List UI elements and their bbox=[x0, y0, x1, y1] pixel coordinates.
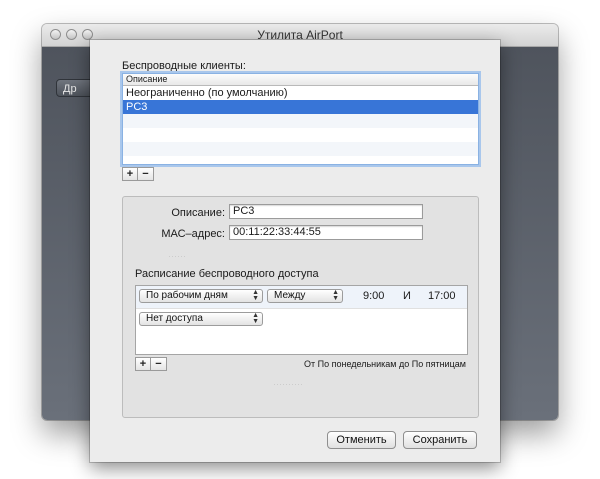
days-popup[interactable]: По рабочим дням ▲ ▼ bbox=[139, 289, 263, 303]
schedule-list[interactable]: По рабочим дням ▲ ▼ Между ▲ ▼ 9:00 И 17:00… bbox=[135, 285, 468, 355]
wireless-clients-label: Беспроводные клиенты: bbox=[122, 60, 246, 72]
list-item[interactable]: Неограниченно (по умолчанию) bbox=[123, 86, 478, 100]
popup-arrows-icon: ▲ ▼ bbox=[332, 289, 339, 302]
mode-popup[interactable]: Между ▲ ▼ bbox=[267, 289, 343, 303]
save-button[interactable]: Сохранить bbox=[403, 431, 477, 449]
popup-arrows-icon: ▲ ▼ bbox=[252, 312, 259, 325]
and-label: И bbox=[403, 290, 411, 302]
access-popup-value: Нет доступа bbox=[146, 313, 203, 324]
list-row-empty bbox=[123, 128, 478, 142]
schedule-row[interactable]: По рабочим дням ▲ ▼ Между ▲ ▼ 9:00 И 17:00 bbox=[136, 286, 467, 309]
list-item-selected[interactable]: PC3 bbox=[123, 100, 478, 114]
cancel-button[interactable]: Отменить bbox=[327, 431, 396, 449]
wireless-clients-list[interactable]: Описание Неограниченно (по умолчанию) PC… bbox=[122, 73, 479, 165]
list-header-description[interactable]: Описание bbox=[123, 74, 478, 86]
mac-address-label: МАС–адрес: bbox=[161, 228, 225, 240]
add-schedule-button[interactable]: + bbox=[135, 357, 151, 371]
start-time[interactable]: 9:00 bbox=[363, 290, 384, 302]
schedule-add-remove: + − bbox=[135, 357, 167, 371]
description-field[interactable]: PC3 bbox=[229, 204, 423, 219]
remove-client-button[interactable]: − bbox=[138, 167, 154, 181]
list-row-empty bbox=[123, 114, 478, 128]
wireless-clients-sheet: Беспроводные клиенты: Описание Неогранич… bbox=[90, 40, 500, 462]
schedule-summary: От По понедельникам до По пятницам bbox=[304, 359, 466, 369]
remove-schedule-button[interactable]: − bbox=[151, 357, 167, 371]
client-details-box: Описание: PC3 МАС–адрес: 00:11:22:33:44:… bbox=[122, 196, 479, 418]
add-client-button[interactable]: + bbox=[122, 167, 138, 181]
list-row-empty bbox=[123, 142, 478, 156]
end-time[interactable]: 17:00 bbox=[428, 290, 456, 302]
background-ghost-text: ······ bbox=[168, 251, 186, 261]
mac-address-field[interactable]: 00:11:22:33:44:55 bbox=[229, 225, 423, 240]
days-popup-value: По рабочим дням bbox=[146, 290, 228, 301]
schedule-title: Расписание беспроводного доступа bbox=[135, 268, 319, 280]
access-popup[interactable]: Нет доступа ▲ ▼ bbox=[139, 312, 263, 326]
popup-arrows-icon: ▲ ▼ bbox=[252, 289, 259, 302]
clients-add-remove: + − bbox=[122, 167, 154, 181]
mode-popup-value: Между bbox=[274, 290, 306, 301]
background-ghost-text: ·········· bbox=[273, 379, 303, 389]
description-label: Описание: bbox=[171, 207, 225, 219]
schedule-row[interactable]: Нет доступа ▲ ▼ bbox=[136, 308, 467, 330]
